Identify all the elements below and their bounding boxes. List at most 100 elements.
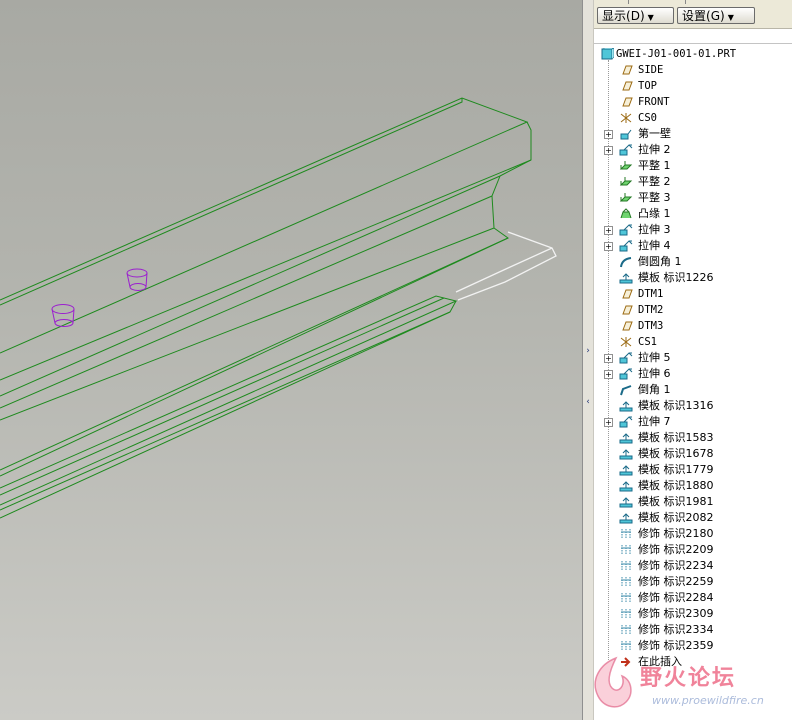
tree-root[interactable]: GWEI-J01-001-01.PRT xyxy=(594,46,792,62)
tree-item[interactable]: 修饰 标识2259 xyxy=(594,574,792,590)
form-icon xyxy=(619,401,633,412)
tree-item[interactable]: + 拉伸 7 xyxy=(594,414,792,430)
expand-right-arrow-icon[interactable]: › xyxy=(584,345,592,357)
cosmetic-icon xyxy=(621,545,631,555)
tree-item[interactable]: 修饰 标识2209 xyxy=(594,542,792,558)
panel-splitter[interactable]: › ‹ xyxy=(582,0,594,720)
tree-item[interactable]: 模板 标识2082 xyxy=(594,510,792,526)
tree-item[interactable]: 在此插入 xyxy=(594,654,792,670)
datum-plane-icon xyxy=(622,81,633,91)
tree-item[interactable]: 修饰 标识2284 xyxy=(594,590,792,606)
chamfer-icon xyxy=(620,385,632,396)
expand-toggle-icon[interactable]: + xyxy=(604,370,613,379)
collapse-left-arrow-icon[interactable]: ‹ xyxy=(584,396,592,408)
tree-item-label: DTM1 xyxy=(638,288,664,300)
expand-toggle-icon[interactable]: + xyxy=(604,242,613,251)
tree-item-label: 在此插入 xyxy=(638,655,682,668)
tree-item-label: 凸缘 1 xyxy=(638,207,671,220)
tree-item[interactable]: CS1 xyxy=(594,334,792,350)
tree-item[interactable]: + 拉伸 2 xyxy=(594,142,792,158)
expand-toggle-icon[interactable]: + xyxy=(604,418,613,427)
tree-item[interactable]: 模板 标识1880 xyxy=(594,478,792,494)
tree-item[interactable]: SIDE xyxy=(594,62,792,78)
rail-edge xyxy=(0,297,445,496)
model-tree-panel: 显示(D) ▼ 设置(G) ▼ GWEI-J01-001-01.PRT SIDE TO… xyxy=(594,0,792,720)
settings-label: 设置 xyxy=(682,9,707,23)
tree-item-label: CS1 xyxy=(638,336,657,348)
tree-item[interactable]: 修饰 标识2359 xyxy=(594,638,792,654)
tree-item[interactable]: FRONT xyxy=(594,94,792,110)
model-wireframe xyxy=(0,97,557,519)
expand-toggle-icon[interactable]: + xyxy=(604,130,613,139)
tree-item[interactable]: 模板 标识1678 xyxy=(594,446,792,462)
tree-item[interactable]: 平整 1 xyxy=(594,158,792,174)
navigator-tabs[interactable] xyxy=(628,0,686,4)
tree-item[interactable]: 修饰 标识2334 xyxy=(594,622,792,638)
tree-item-label: 修饰 标识2309 xyxy=(638,607,714,620)
hole-top xyxy=(126,268,148,278)
tree-item[interactable]: CS0 xyxy=(594,110,792,126)
tree-item-label: 拉伸 7 xyxy=(638,415,671,428)
tree-item-label: 模板 标识1678 xyxy=(638,447,714,460)
tree-item[interactable]: 模板 标识1316 xyxy=(594,398,792,414)
rail-edge xyxy=(0,97,529,354)
tree-item-label: 平整 1 xyxy=(638,159,671,172)
tree-item[interactable]: DTM1 xyxy=(594,286,792,302)
tree-item[interactable]: DTM2 xyxy=(594,302,792,318)
tree-item-label: 修饰 标识2234 xyxy=(638,559,714,572)
tree-item[interactable]: 模板 标识1981 xyxy=(594,494,792,510)
tree-item[interactable]: 模板 标识1779 xyxy=(594,462,792,478)
tree-item[interactable]: 平整 3 xyxy=(594,190,792,206)
cosmetic-icon xyxy=(621,529,631,539)
cosmetic-icon xyxy=(621,561,631,571)
datum-plane-icon xyxy=(622,97,633,107)
settings-shortcut: (G) xyxy=(706,9,725,23)
extrude-icon xyxy=(619,416,633,428)
settings-menu-button[interactable]: 设置(G) ▼ xyxy=(677,7,755,24)
tree-item[interactable]: + 拉伸 4 xyxy=(594,238,792,254)
display-menu-button[interactable]: 显示(D) ▼ xyxy=(597,7,674,24)
tree-item[interactable]: 凸缘 1 xyxy=(594,206,792,222)
tree-item[interactable]: TOP xyxy=(594,78,792,94)
expand-toggle-icon[interactable]: + xyxy=(604,226,613,235)
tree-item[interactable]: + 拉伸 6 xyxy=(594,366,792,382)
form-icon xyxy=(619,513,633,524)
tree-item[interactable]: 倒圆角 1 xyxy=(594,254,792,270)
tree-item[interactable]: 修饰 标识2180 xyxy=(594,526,792,542)
form-icon xyxy=(619,481,633,492)
tree-item-label: 修饰 标识2334 xyxy=(638,623,714,636)
datum-plane-icon xyxy=(622,289,633,299)
cosmetic-icon xyxy=(621,641,631,651)
graphics-window[interactable] xyxy=(0,0,582,720)
tree-item[interactable]: 平整 2 xyxy=(594,174,792,190)
rail-edge xyxy=(0,237,509,477)
tree-item[interactable]: 模板 标识1226 xyxy=(594,270,792,286)
extrude-icon xyxy=(619,224,633,236)
tree-item-label: 模板 标识1583 xyxy=(638,431,714,444)
tree-item[interactable]: 模板 标识1583 xyxy=(594,430,792,446)
form-icon xyxy=(619,433,633,444)
tree-item-label: 修饰 标识2180 xyxy=(638,527,714,540)
tree-item[interactable]: 修饰 标识2234 xyxy=(594,558,792,574)
tree-filter-bar[interactable] xyxy=(594,29,792,44)
tree-item-label: 模板 标识1226 xyxy=(638,271,714,284)
tree-item[interactable]: + 第一壁 xyxy=(594,126,792,142)
tree-item[interactable]: DTM3 xyxy=(594,318,792,334)
tree-item-label: 修饰 标识2209 xyxy=(638,543,714,556)
expand-toggle-icon[interactable]: + xyxy=(604,354,613,363)
tree-item[interactable]: 倒角 1 xyxy=(594,382,792,398)
rail-edge xyxy=(0,227,509,471)
tree-item-label: 修饰 标识2284 xyxy=(638,591,714,604)
tree-item-label: 模板 标识1880 xyxy=(638,479,714,492)
tree-item-label: 拉伸 5 xyxy=(638,351,671,364)
cosmetic-icon xyxy=(621,577,631,587)
hole-bottom xyxy=(129,283,147,291)
tree-item-label: SIDE xyxy=(638,64,664,76)
display-label: 显示 xyxy=(602,9,627,23)
tree-item[interactable]: + 拉伸 3 xyxy=(594,222,792,238)
expand-toggle-icon[interactable]: + xyxy=(604,146,613,155)
tree-item[interactable]: + 拉伸 5 xyxy=(594,350,792,366)
tree-item-label: 模板 标识1316 xyxy=(638,399,714,412)
tree-item-label: 平整 2 xyxy=(638,175,671,188)
tree-item[interactable]: 修饰 标识2309 xyxy=(594,606,792,622)
